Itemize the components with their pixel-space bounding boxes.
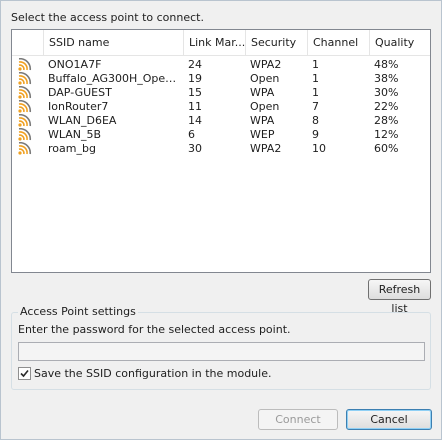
quality-cell: 38% [374,72,399,85]
connect-dialog: Select the access point to connect. SSID… [0,0,442,440]
signal-cell [12,142,43,156]
table-row[interactable]: WLAN_5B 6 WEP 9 12% [12,128,430,142]
column-header-channel[interactable]: Channel [307,30,369,55]
security-cell: Open [250,100,280,113]
channel-cell: 8 [312,114,319,127]
wifi-signal-icon [18,128,32,141]
channel-cell: 10 [312,142,326,155]
wifi-signal-icon [18,72,32,85]
security-cell: WEP [250,128,275,141]
link-margin-cell: 19 [188,72,202,85]
security-cell: WPA2 [250,58,282,71]
table-row[interactable]: WLAN_D6EA 14 WPA 8 28% [12,114,430,128]
dialog-prompt: Select the access point to connect. [11,11,204,24]
ssid-cell: Buffalo_AG300H_Open_... [48,72,183,85]
channel-cell: 1 [312,58,319,71]
cancel-button[interactable]: Cancel [346,409,432,430]
link-margin-cell: 11 [188,100,202,113]
refresh-list-button[interactable]: Refresh list [368,279,431,315]
list-header: SSID name Link Mar... Security Channel Q… [12,30,430,56]
quality-cell: 22% [374,100,399,113]
checkmark-icon [20,369,29,378]
signal-cell [12,114,43,128]
security-cell: Open [250,72,280,85]
quality-cell: 12% [374,128,399,141]
ssid-cell: ONO1A7F [48,58,102,71]
quality-cell: 30% [374,86,399,99]
connect-button[interactable]: Connect [258,409,338,430]
wifi-signal-icon [18,86,32,99]
settings-group-title: Access Point settings [18,305,138,318]
table-row[interactable]: ONO1A7F 24 WPA2 1 48% [12,58,430,72]
wifi-signal-icon [18,114,32,127]
column-header-link-margin[interactable]: Link Mar... [183,30,245,55]
security-cell: WPA [250,86,275,99]
link-margin-cell: 30 [188,142,202,155]
list-rows: ONO1A7F 24 WPA2 1 48% Buffalo_AG300H_Open_...… [12,58,430,156]
link-margin-cell: 6 [188,128,195,141]
link-margin-cell: 14 [188,114,202,127]
ssid-cell: WLAN_D6EA [48,114,117,127]
channel-cell: 7 [312,100,319,113]
save-ssid-label[interactable]: Save the SSID configuration in the modul… [34,367,271,380]
column-header-ssid[interactable]: SSID name [43,30,183,55]
security-cell: WPA [250,114,275,127]
link-margin-cell: 24 [188,58,202,71]
column-header-icon[interactable] [12,30,43,55]
channel-cell: 9 [312,128,319,141]
signal-cell [12,100,43,114]
quality-cell: 28% [374,114,399,127]
ssid-cell: IonRouter7 [48,100,109,113]
table-row[interactable]: Buffalo_AG300H_Open_... 19 Open 1 38% [12,72,430,86]
ssid-cell: roam_bg [48,142,96,155]
link-margin-cell: 15 [188,86,202,99]
wifi-signal-icon [18,100,32,113]
table-row[interactable]: DAP-GUEST 15 WPA 1 30% [12,86,430,100]
signal-cell [12,128,43,142]
table-row[interactable]: roam_bg 30 WPA2 10 60% [12,142,430,156]
ssid-cell: DAP-GUEST [48,86,112,99]
quality-cell: 60% [374,142,399,155]
password-input[interactable] [18,342,425,361]
signal-cell [12,86,43,100]
wifi-signal-icon [18,142,32,155]
signal-cell [12,58,43,72]
save-ssid-checkbox[interactable] [18,367,31,380]
channel-cell: 1 [312,86,319,99]
password-instruction: Enter the password for the selected acce… [18,323,291,336]
security-cell: WPA2 [250,142,282,155]
table-row[interactable]: IonRouter7 11 Open 7 22% [12,100,430,114]
column-header-quality[interactable]: Quality [369,30,430,55]
ssid-cell: WLAN_5B [48,128,102,141]
access-point-list[interactable]: SSID name Link Mar... Security Channel Q… [11,29,431,273]
column-header-security[interactable]: Security [245,30,307,55]
channel-cell: 1 [312,72,319,85]
wifi-signal-icon [18,58,32,71]
signal-cell [12,72,43,86]
quality-cell: 48% [374,58,399,71]
